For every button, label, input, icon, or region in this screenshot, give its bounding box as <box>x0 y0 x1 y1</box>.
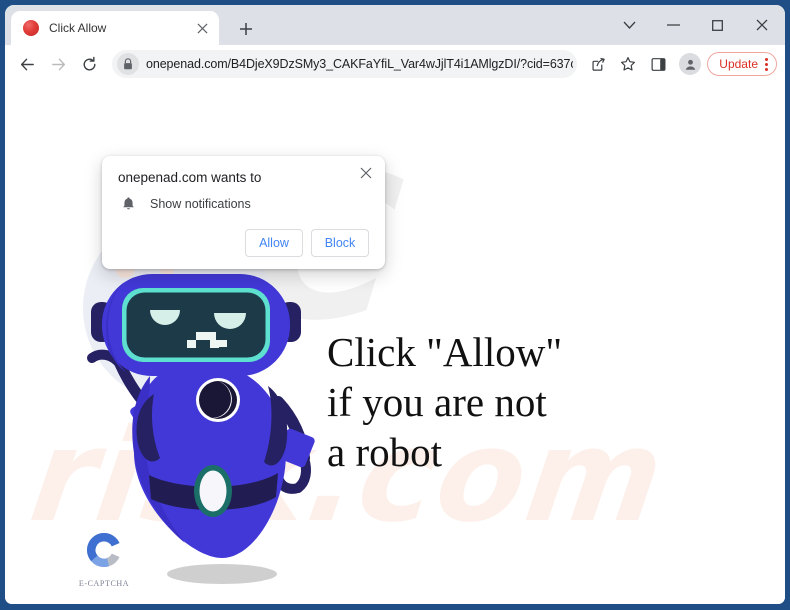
tab-title: Click Allow <box>49 21 107 35</box>
star-icon[interactable] <box>615 51 641 77</box>
dialog-actions: Allow Block <box>118 229 369 257</box>
dialog-close-icon[interactable] <box>355 162 377 184</box>
url-text[interactable]: onepenad.com/B4DjeX9DzSMy3_CAKFaYfiL_Var… <box>146 57 573 71</box>
e-captcha-c-logo <box>86 533 120 567</box>
lock-icon[interactable] <box>117 53 139 75</box>
dialog-title: onepenad.com wants to <box>118 170 262 185</box>
browser-tab[interactable]: Click Allow <box>11 11 219 45</box>
reload-icon[interactable] <box>75 50 103 78</box>
back-arrow-icon[interactable] <box>13 50 41 78</box>
bell-icon <box>118 196 138 211</box>
page-content: PC risk.com <box>5 83 785 604</box>
e-captcha-logo: E-CAPTCHA <box>73 529 135 588</box>
tab-close-icon[interactable] <box>193 19 211 37</box>
share-icon[interactable] <box>585 51 611 77</box>
update-button-label: Update <box>719 57 758 71</box>
permission-row: Show notifications <box>118 196 369 211</box>
profile-avatar-icon[interactable] <box>679 53 702 75</box>
update-button[interactable]: Update <box>707 52 777 76</box>
address-bar[interactable]: onepenad.com/B4DjeX9DzSMy3_CAKFaYfiL_Var… <box>112 50 578 78</box>
three-dot-menu-icon[interactable] <box>765 57 768 71</box>
window-controls <box>607 5 785 45</box>
tab-search-chevron-down-icon[interactable] <box>607 5 651 45</box>
browser-window: Click Allow onepenad.com/B4DjeX9DzSMy3_C… <box>0 0 790 610</box>
window-minimize-icon[interactable] <box>651 5 695 45</box>
side-panel-icon[interactable] <box>645 51 671 77</box>
page-headline: Click "Allow" if you are not a robot <box>327 329 563 475</box>
tab-strip: Click Allow <box>5 5 785 45</box>
browser-window-inner: Click Allow onepenad.com/B4DjeX9DzSMy3_C… <box>5 5 785 604</box>
allow-button[interactable]: Allow <box>245 229 303 257</box>
e-captcha-label: E-CAPTCHA <box>78 579 130 588</box>
window-close-icon[interactable] <box>739 5 785 45</box>
notification-permission-dialog: onepenad.com wants to Show notifications… <box>102 156 385 269</box>
browser-toolbar: onepenad.com/B4DjeX9DzSMy3_CAKFaYfiL_Var… <box>5 45 785 83</box>
forward-arrow-icon[interactable] <box>44 50 72 78</box>
new-tab-button[interactable] <box>233 16 259 42</box>
block-button[interactable]: Block <box>311 229 369 257</box>
window-maximize-icon[interactable] <box>695 5 739 45</box>
tab-favicon-icon <box>23 20 39 36</box>
permission-label: Show notifications <box>150 196 251 211</box>
